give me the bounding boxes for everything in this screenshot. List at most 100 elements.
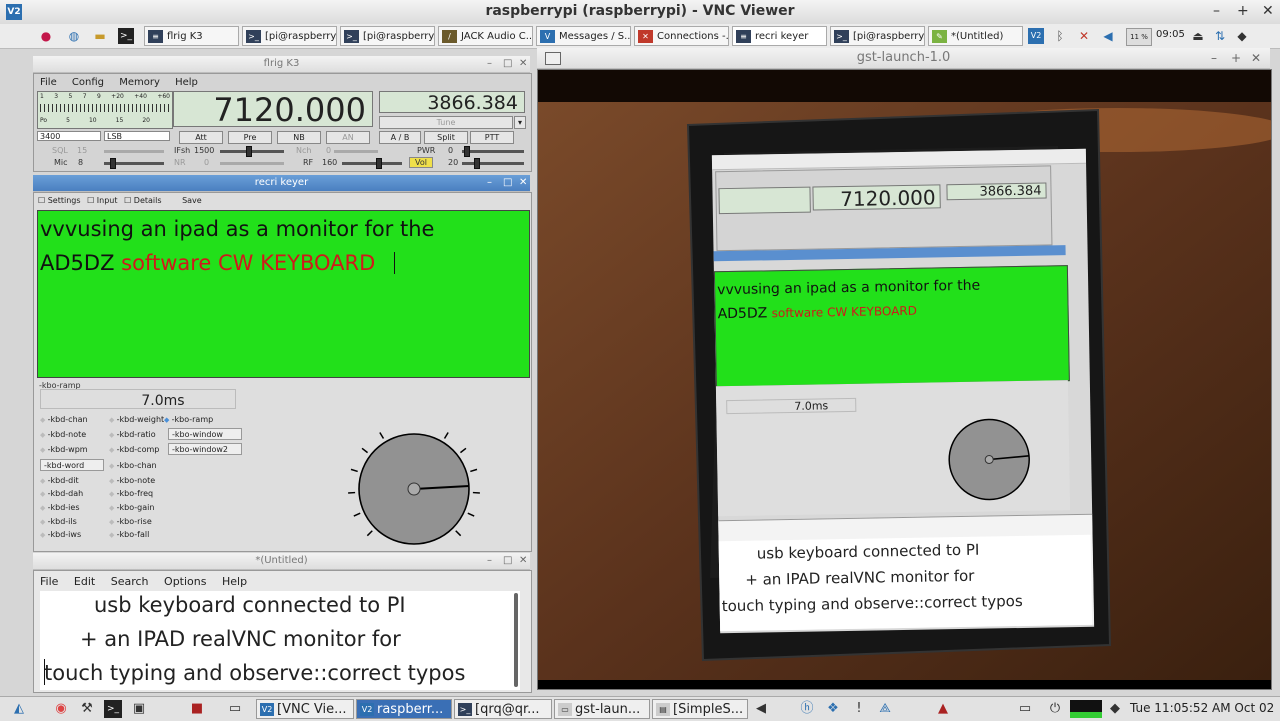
menu-help[interactable]: Help xyxy=(222,575,247,588)
nch-slider[interactable] xyxy=(334,150,378,153)
raspberry-menu-icon[interactable]: ● xyxy=(38,28,54,44)
close-button[interactable]: ✕ xyxy=(1251,48,1261,68)
media-icon[interactable]: ■ xyxy=(188,700,206,718)
menu-file[interactable]: File xyxy=(40,575,58,588)
maximize-button[interactable]: + xyxy=(1231,48,1241,68)
option-kbd-iws[interactable]: -kbd-iws xyxy=(40,530,81,539)
close-button[interactable]: ✕ xyxy=(519,553,527,569)
close-button[interactable]: ✕ xyxy=(1262,3,1274,19)
pwr-slider[interactable] xyxy=(462,150,524,153)
minimize-button[interactable]: – xyxy=(487,175,492,191)
transfer-icon[interactable]: ⇅ xyxy=(1212,28,1228,44)
vnc-menu-icon[interactable]: ◆ xyxy=(1234,28,1250,44)
save-button[interactable]: Save xyxy=(182,196,202,205)
close-button[interactable]: ✕ xyxy=(519,175,527,191)
minimize-button[interactable]: – xyxy=(487,56,492,72)
minimize-button[interactable]: – xyxy=(1213,3,1220,19)
input-checkbox[interactable]: ☐ xyxy=(87,196,97,205)
taskbar-item-recri-keyer[interactable]: ≡recri keyer xyxy=(732,26,827,46)
vfo-a-display[interactable]: 7120.000 xyxy=(173,91,373,127)
bluetooth-icon[interactable]: ᛒ xyxy=(1052,28,1068,44)
gedit-text-area[interactable]: usb keyboard connected to PI + an IPAD r… xyxy=(40,591,520,690)
alert-icon[interactable]: ! xyxy=(850,700,868,718)
option-kbo-note[interactable]: -kbo-note xyxy=(109,476,155,485)
host-task-qrq[interactable]: >_[qrq@qr... xyxy=(454,699,552,719)
network-disconnected-icon[interactable]: ✕ xyxy=(1076,28,1092,44)
option-kbo-chan[interactable]: -kbo-chan xyxy=(109,461,157,470)
att-button[interactable]: Att xyxy=(179,131,223,144)
start-menu-icon[interactable]: ◭ xyxy=(10,700,28,718)
taskbar-item-untitled[interactable]: ✎*(Untitled) xyxy=(928,26,1023,46)
power-icon[interactable]: ⏻ xyxy=(1046,700,1064,718)
pwr-slider-knob[interactable] xyxy=(464,146,470,157)
vnc-tray-icon[interactable]: V2 xyxy=(1028,28,1044,44)
network-icon[interactable]: ⟁ xyxy=(876,700,894,718)
option-kbd-comp[interactable]: -kbd-comp xyxy=(109,445,159,454)
volume-icon[interactable]: ◀ xyxy=(1100,28,1116,44)
host-task-gst-launch[interactable]: ▭gst-laun... xyxy=(554,699,650,719)
details-checkbox[interactable]: ☐ xyxy=(124,196,134,205)
pre-button[interactable]: Pre xyxy=(228,131,272,144)
menu-file[interactable]: File xyxy=(40,77,57,88)
vol-slider[interactable] xyxy=(462,162,524,165)
menu-search[interactable]: Search xyxy=(111,575,149,588)
ab-button[interactable]: A / B xyxy=(379,131,421,144)
tools-icon[interactable]: ⚒ xyxy=(78,700,96,718)
option-kbo-freq[interactable]: -kbo-freq xyxy=(109,489,153,498)
taskbar-item-terminal-3[interactable]: >_[pi@raspberry... xyxy=(830,26,925,46)
kbd-word-dropdown[interactable]: -kbd-word xyxy=(40,459,104,471)
gedit-scrollbar[interactable] xyxy=(514,593,518,687)
bandwidth-select[interactable]: 3400 xyxy=(37,131,101,141)
taskbar-item-connections[interactable]: ✕Connections -... xyxy=(634,26,729,46)
host-task-simplescreen[interactable]: ▤[SimpleS... xyxy=(652,699,748,719)
network-tray-icon[interactable]: ◆ xyxy=(1106,700,1124,718)
rf-slider-knob[interactable] xyxy=(376,158,382,169)
taskbar-item-terminal-1[interactable]: >_[pi@raspberry... xyxy=(242,26,337,46)
menu-options[interactable]: Options xyxy=(164,575,206,588)
taskbar-item-jack[interactable]: /JACK Audio C... xyxy=(438,26,533,46)
browser-icon[interactable]: ◍ xyxy=(66,28,82,44)
dropbox-icon[interactable]: ❖ xyxy=(824,700,842,718)
minimize-button[interactable]: – xyxy=(1211,48,1217,68)
menu-edit[interactable]: Edit xyxy=(74,575,95,588)
option-kbo-fall[interactable]: -kbo-fall xyxy=(109,530,149,539)
menu-config[interactable]: Config xyxy=(72,77,104,88)
ifsh-slider[interactable] xyxy=(220,150,284,153)
menu-help[interactable]: Help xyxy=(175,77,198,88)
terminal-icon[interactable]: >_ xyxy=(104,700,122,718)
split-button[interactable]: Split xyxy=(424,131,468,144)
tune-button[interactable]: Tune xyxy=(379,116,513,129)
host-task-vnc-viewer[interactable]: V2[VNC Vie... xyxy=(256,699,354,719)
ptt-button[interactable]: PTT xyxy=(470,131,514,144)
option-kbd-chan[interactable]: -kbd-chan xyxy=(40,415,88,424)
rf-slider[interactable] xyxy=(342,162,402,165)
sql-slider[interactable] xyxy=(104,150,164,153)
option-kbd-ratio[interactable]: -kbd-ratio xyxy=(109,430,156,439)
option-kbd-note[interactable]: -kbd-note xyxy=(40,430,86,439)
volume-icon[interactable]: ◀ xyxy=(752,700,770,718)
kbo-window2-dropdown[interactable]: -kbo-window2 xyxy=(168,443,242,455)
close-button[interactable]: ✕ xyxy=(519,56,527,72)
settings-checkbox[interactable]: ☐ xyxy=(38,196,48,205)
option-kbo-rise[interactable]: -kbo-rise xyxy=(109,517,152,526)
display-icon[interactable]: ▭ xyxy=(1016,700,1034,718)
vol-label[interactable]: Vol xyxy=(409,157,433,168)
nr-slider[interactable] xyxy=(220,162,284,165)
taskbar-item-terminal-2[interactable]: >_[pi@raspberry... xyxy=(340,26,435,46)
option-kbo-ramp[interactable]: -kbo-ramp xyxy=(164,415,213,424)
minimize-button[interactable]: – xyxy=(487,553,492,569)
host-task-raspberry[interactable]: V2raspberr... xyxy=(356,699,452,719)
taskbar-item-messages[interactable]: VMessages / S... xyxy=(536,26,631,46)
option-kbd-ils[interactable]: -kbd-ils xyxy=(40,517,77,526)
mode-select[interactable]: LSB xyxy=(104,131,170,141)
mic-slider-knob[interactable] xyxy=(110,158,116,169)
option-kbo-gain[interactable]: -kbo-gain xyxy=(109,503,154,512)
ifsh-slider-knob[interactable] xyxy=(246,146,252,157)
window-list-icon[interactable]: ▭ xyxy=(226,700,244,718)
tune-toggle[interactable]: ▾ xyxy=(514,116,526,129)
option-kbd-weight[interactable]: -kbd-weight xyxy=(109,415,164,424)
keyer-text-area[interactable]: vvvusing an ipad as a monitor for the AD… xyxy=(37,210,530,378)
maximize-button[interactable]: + xyxy=(1237,3,1249,19)
hp-icon[interactable]: ⓗ xyxy=(798,700,816,718)
vfo-b-display[interactable]: 3866.384 xyxy=(379,91,525,113)
